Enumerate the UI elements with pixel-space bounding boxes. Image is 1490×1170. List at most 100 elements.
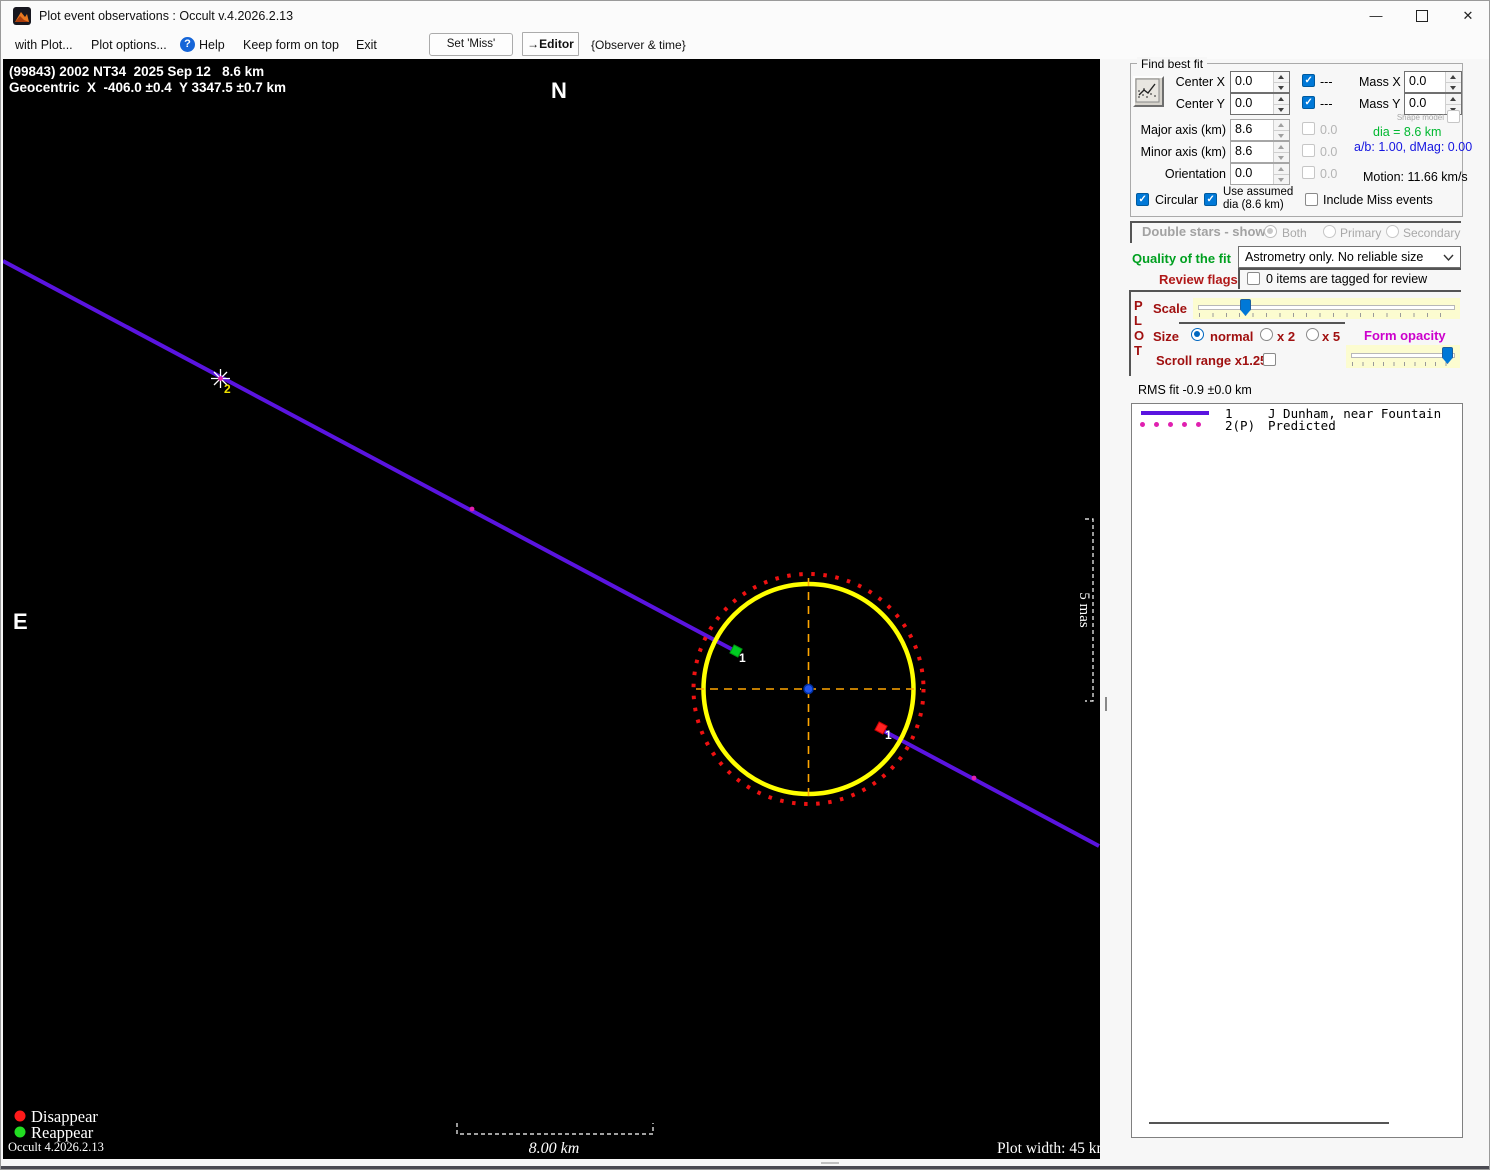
size-group-border xyxy=(1179,322,1345,324)
help-icon[interactable]: ? xyxy=(180,37,195,52)
orientation-aux: 0.0 xyxy=(1320,167,1338,181)
plot-group-border-top xyxy=(1129,290,1461,292)
reappear-marker-label: 1 xyxy=(739,651,746,665)
double-both-radio[interactable] xyxy=(1264,225,1277,238)
center-y-checkbox[interactable] xyxy=(1302,96,1315,109)
close-button[interactable]: ✕ xyxy=(1445,1,1489,31)
predicted-chord-dot xyxy=(469,506,475,512)
disappear-marker-label: 1 xyxy=(885,728,892,742)
include-miss-label: Include Miss events xyxy=(1323,193,1433,207)
circular-checkbox[interactable] xyxy=(1136,193,1149,206)
asteroid-center-dot xyxy=(803,683,814,695)
app-icon xyxy=(13,7,31,25)
center-x-checkbox[interactable] xyxy=(1302,74,1315,87)
minor-axis-aux: 0.0 xyxy=(1320,145,1338,159)
review-border-left xyxy=(1238,268,1240,289)
double-primary-radio[interactable] xyxy=(1323,225,1336,238)
size-normal-label: normal xyxy=(1210,329,1254,344)
reappear-legend-dot xyxy=(14,1126,26,1138)
chord-list[interactable] xyxy=(1131,403,1463,1138)
use-assumed-dia-label: Use assumed dia (8.6 km) xyxy=(1223,186,1294,212)
review-flags-text: 0 items are tagged for review xyxy=(1266,272,1428,286)
center-x-spinner[interactable]: 0.0 xyxy=(1230,71,1290,93)
splitter-mark xyxy=(1105,697,1107,711)
chord-2-swatch xyxy=(1140,422,1201,427)
size-label: Size xyxy=(1153,329,1180,344)
maximize-button[interactable] xyxy=(1399,1,1445,31)
taskbar-mark xyxy=(821,1162,839,1164)
quality-value: Astrometry only. No reliable size xyxy=(1245,250,1424,264)
rms-fit-label: RMS fit -0.9 ±0.0 km xyxy=(1138,383,1252,397)
plot-letter-o: O xyxy=(1134,328,1145,343)
center-y-dash: --- xyxy=(1320,97,1333,111)
use-assumed-dia-checkbox[interactable] xyxy=(1204,193,1217,206)
fit-chart-button[interactable] xyxy=(1133,76,1164,107)
minor-axis-label: Minor axis (km) xyxy=(1140,145,1226,159)
orientation-spinner[interactable]: 0.0 xyxy=(1230,163,1290,185)
chord-1-segment-post xyxy=(881,728,1100,848)
quality-select[interactable]: Astrometry only. No reliable size xyxy=(1238,246,1461,268)
scale-slider[interactable] xyxy=(1193,298,1460,319)
double-secondary-label: Secondary xyxy=(1403,226,1461,240)
set-miss-times-button[interactable]: Set 'Miss' Times xyxy=(429,33,513,71)
maximize-icon xyxy=(1416,9,1428,22)
size-x5-label: x 5 xyxy=(1322,329,1341,344)
plot-header-line2: Geocentric X -406.0 ±0.4 Y 3347.5 ±0.7 k… xyxy=(9,80,286,95)
plot-area[interactable]: 2 1 1 (99843) 2002 NT34 2025 Sep 12 8.6 … xyxy=(2,59,1109,1159)
title-bar: Plot event observations : Occult v.4.202… xyxy=(1,1,1489,31)
window-title: Plot event observations : Occult v.4.202… xyxy=(39,9,294,23)
scroll-range-checkbox[interactable] xyxy=(1263,353,1276,366)
center-y-spinner[interactable]: 0.0 xyxy=(1230,93,1290,115)
review-border-top xyxy=(1238,268,1461,270)
mass-x-spinner[interactable]: 0.0 xyxy=(1404,71,1462,93)
ab-dmag-label: a/b: 1.00, dMag: 0.00 xyxy=(1354,140,1473,154)
scale-slider-ticks xyxy=(1199,313,1453,317)
orientation-checkbox[interactable] xyxy=(1302,166,1315,179)
shape-model-checkbox[interactable] xyxy=(1447,110,1460,123)
plot-letter-t: T xyxy=(1134,343,1142,358)
predicted-star-label: 2 xyxy=(224,382,231,396)
minor-axis-checkbox[interactable] xyxy=(1302,144,1315,157)
mass-x-label: Mass X xyxy=(1359,75,1401,89)
taskbar-edge xyxy=(1,1166,1489,1169)
major-axis-spinner[interactable]: 8.6 xyxy=(1230,119,1290,141)
size-normal-radio[interactable] xyxy=(1191,328,1204,341)
plot-letter-l: L xyxy=(1134,313,1142,328)
major-axis-checkbox[interactable] xyxy=(1302,122,1315,135)
mas-scale-label: 5 mas xyxy=(1076,592,1092,628)
scale-label: Scale xyxy=(1153,301,1187,316)
size-x2-label: x 2 xyxy=(1277,329,1296,344)
minor-axis-spinner[interactable]: 8.6 xyxy=(1230,141,1290,163)
double-secondary-radio[interactable] xyxy=(1386,225,1399,238)
predicted-star-center xyxy=(218,376,223,381)
form-opacity-ticks xyxy=(1352,362,1453,366)
observer-time-label: {Observer & time} xyxy=(591,38,686,52)
chord-2-name: Predicted xyxy=(1268,418,1336,433)
chord-1-swatch xyxy=(1141,411,1209,415)
shape-model-label: Shape model xyxy=(1396,113,1444,122)
scale-bar-label: 8.00 km xyxy=(529,1140,580,1157)
mass-y-label: Mass Y xyxy=(1359,97,1401,111)
plot-width-label: Plot width: 45 km xyxy=(997,1140,1100,1157)
menu-help[interactable]: Help xyxy=(199,31,225,59)
editor-button[interactable]: →Editor xyxy=(522,32,579,56)
form-opacity-slider[interactable] xyxy=(1346,345,1460,368)
chevron-down-icon xyxy=(1443,254,1454,262)
app-window: Plot event observations : Occult v.4.202… xyxy=(0,0,1490,1170)
double-primary-label: Primary xyxy=(1340,226,1382,240)
review-flags-checkbox[interactable] xyxy=(1247,272,1260,285)
size-x5-radio[interactable] xyxy=(1306,328,1319,341)
motion-label: Motion: 11.66 km/s xyxy=(1363,170,1468,184)
chord-1-segment-pre xyxy=(2,259,738,654)
double-both-label: Both xyxy=(1282,226,1307,240)
version-label: Occult 4.2026.2.13 xyxy=(8,1140,104,1154)
menu-keep-on-top[interactable]: Keep form on top xyxy=(243,31,339,59)
size-x2-radio[interactable] xyxy=(1260,328,1273,341)
menu-exit[interactable]: Exit xyxy=(356,31,377,59)
include-miss-checkbox[interactable] xyxy=(1305,193,1318,206)
scroll-range-label: Scroll range x1.25 xyxy=(1156,353,1268,368)
minimize-button[interactable]: — xyxy=(1353,1,1399,31)
menu-plot-options[interactable]: Plot options... xyxy=(91,31,167,59)
predicted-chord-dot xyxy=(971,775,977,781)
menu-with-plot[interactable]: with Plot... xyxy=(15,31,73,59)
